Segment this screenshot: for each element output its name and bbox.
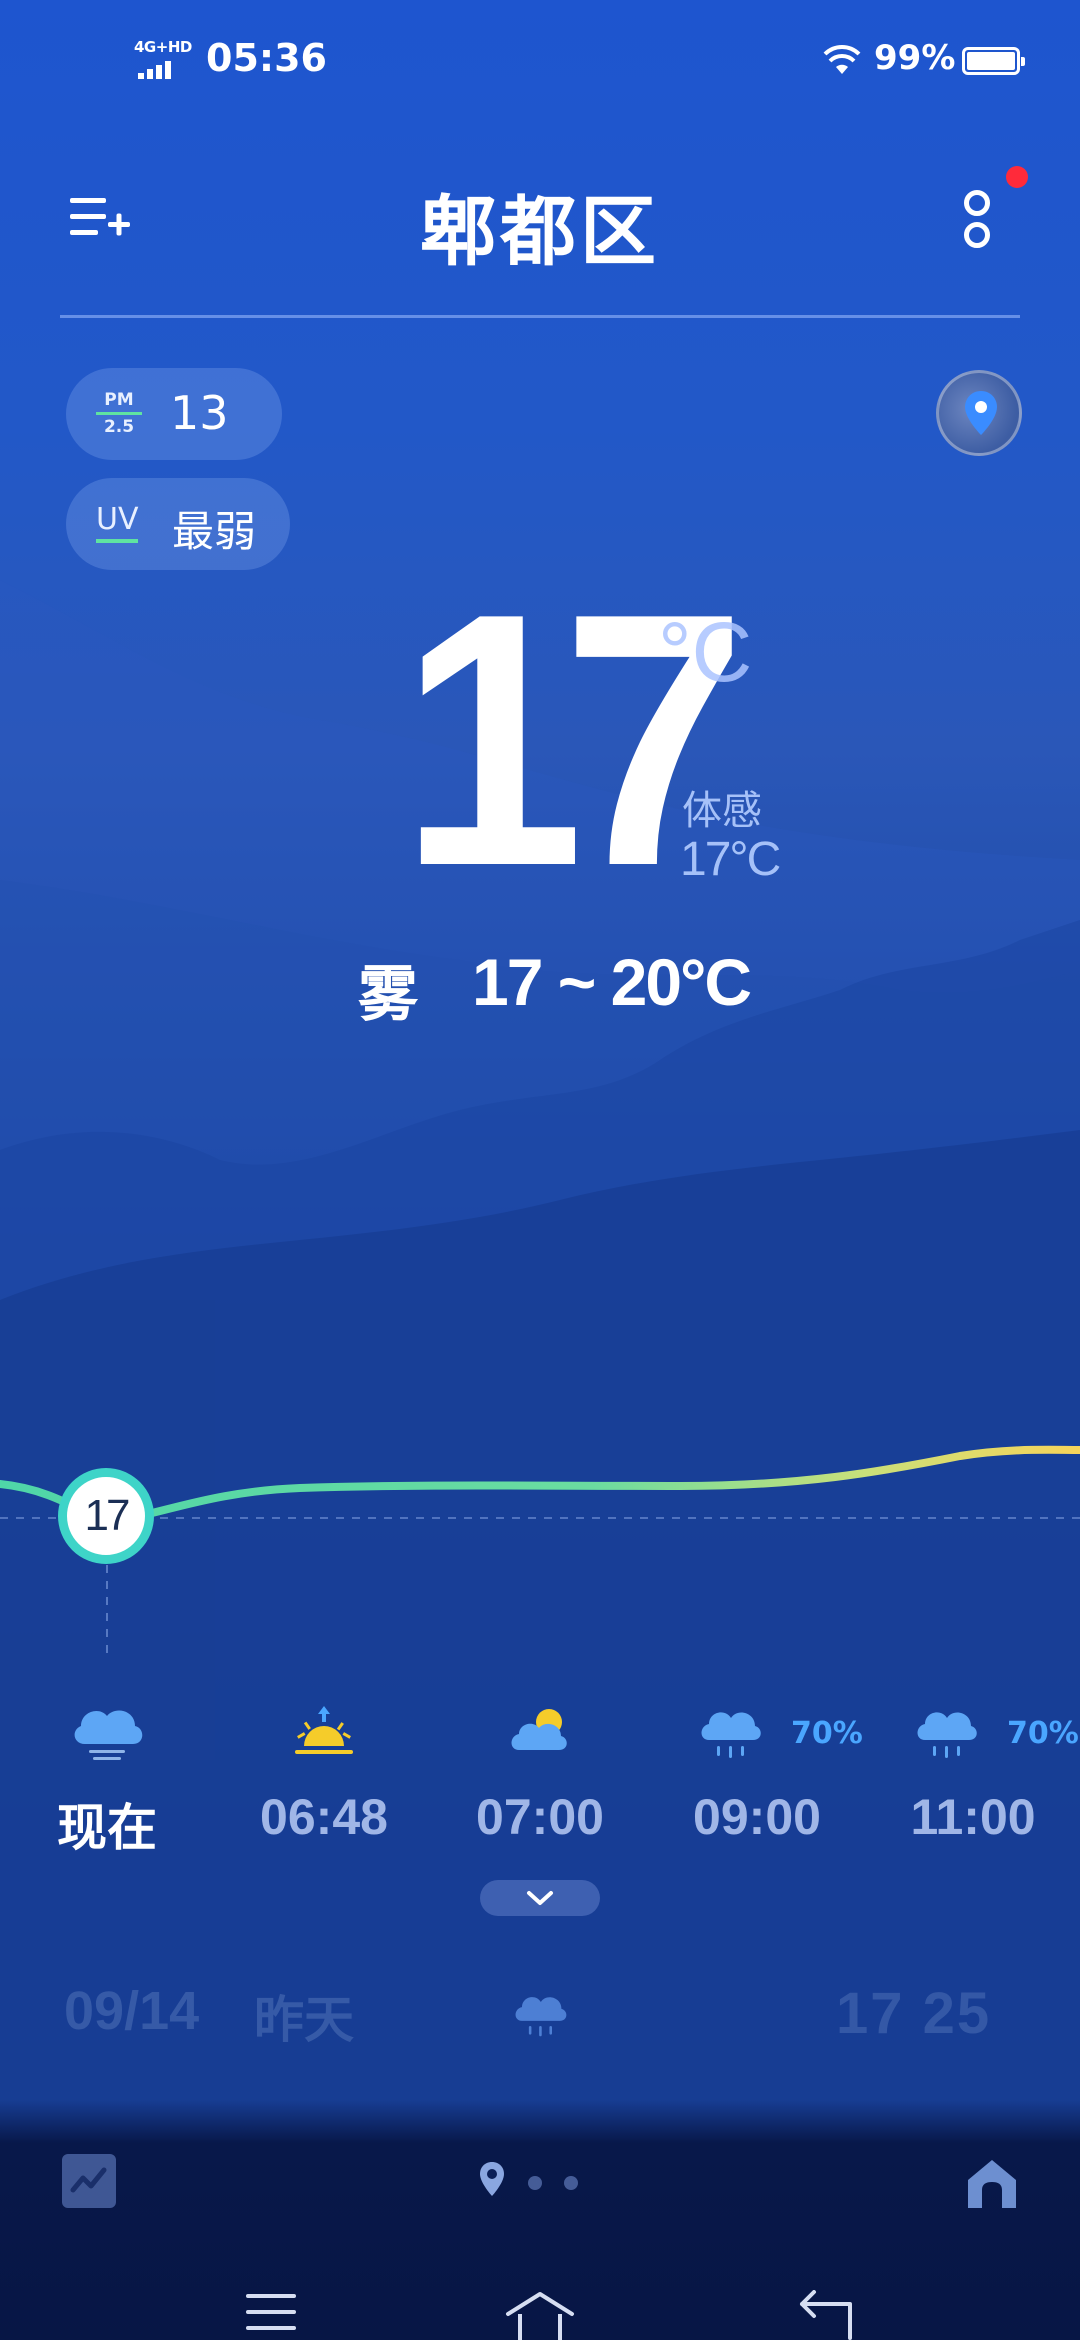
hourly-item[interactable]: 70% 09:00 — [667, 1700, 863, 1846]
home-nav-icon[interactable] — [504, 2290, 576, 2340]
precip-probability: 70% — [1007, 1716, 1079, 1751]
status-bar: 4G+HD 05:36 99% — [0, 30, 1080, 90]
fog-cloud-icon — [74, 1710, 143, 1760]
temperature-unit: °C — [658, 605, 753, 699]
header-divider — [60, 315, 1020, 318]
current-temperature-marker: 17 — [58, 1468, 154, 1564]
location-pin-icon — [965, 391, 997, 435]
uv-icon: UV — [96, 502, 139, 543]
hourly-forecast: 现在 06:48 07:00 70% 09:00 70% 11:00 — [0, 1700, 1080, 1860]
partly-cloudy-icon — [511, 1709, 567, 1750]
wifi-icon — [823, 44, 861, 74]
hourly-time: 11:00 — [910, 1789, 1036, 1845]
feels-like-value: 17°C — [680, 833, 781, 886]
temperature-trend-curve — [0, 1445, 1080, 1660]
pm25-icon: PM 2.5 — [96, 390, 142, 438]
hourly-item[interactable]: 07:00 — [450, 1700, 630, 1846]
page-indicator — [476, 2160, 606, 2200]
pm25-value: 13 — [170, 386, 229, 440]
daily-day: 昨天 — [254, 1991, 354, 2049]
location-pin-icon — [480, 2162, 504, 2196]
pm25-chip[interactable]: PM 2.5 13 — [66, 368, 282, 460]
home-icon[interactable] — [962, 2152, 1022, 2212]
menu-nav-icon[interactable] — [244, 2290, 298, 2334]
hourly-time: 现在 — [57, 1800, 157, 1856]
notification-dot — [1006, 166, 1028, 188]
daily-temps: 17 25 — [836, 1981, 992, 2046]
trend-chart-button[interactable] — [62, 2154, 116, 2208]
daily-row[interactable]: 09/14 昨天 17 25 — [0, 1980, 1080, 2060]
city-title[interactable]: 郫都区 — [0, 170, 1080, 280]
system-navigation-bar — [0, 2290, 1080, 2340]
precip-probability: 70% — [791, 1716, 863, 1751]
uv-chip[interactable]: UV 最弱 — [66, 478, 290, 570]
feels-like-label: 体感 — [682, 788, 762, 834]
hourly-time: 06:48 — [260, 1789, 388, 1845]
more-options-icon[interactable] — [958, 180, 998, 260]
chevron-down-icon — [527, 1891, 553, 1905]
rain-cloud-icon — [917, 1712, 977, 1758]
hourly-item[interactable]: 70% 11:00 — [883, 1700, 1079, 1846]
expand-forecast-button[interactable] — [480, 1880, 600, 1916]
location-map-button[interactable] — [936, 370, 1022, 456]
hourly-item[interactable]: 06:48 — [234, 1700, 414, 1846]
rain-cloud-icon — [515, 1997, 567, 2037]
weather-condition: 雾 — [358, 960, 418, 1030]
hourly-time: 09:00 — [693, 1789, 821, 1845]
status-time: 05:36 — [206, 36, 327, 80]
battery-percent: 99% — [874, 38, 956, 78]
temperature-range: 17 ~ 20°C — [472, 945, 752, 1019]
network-type: 4G+HD — [134, 38, 192, 56]
uv-value: 最弱 — [172, 507, 257, 556]
cellular-signal-icon: 4G+HD — [134, 38, 194, 82]
hourly-item-now[interactable]: 现在 — [17, 1700, 197, 1860]
back-nav-icon[interactable] — [798, 2290, 858, 2340]
daily-date: 09/14 — [64, 1981, 200, 2041]
battery-icon — [962, 47, 1025, 75]
trend-chart-icon — [70, 2167, 107, 2193]
rain-cloud-icon — [701, 1712, 761, 1758]
sunrise-icon — [295, 1706, 353, 1754]
hourly-time: 07:00 — [476, 1789, 604, 1845]
